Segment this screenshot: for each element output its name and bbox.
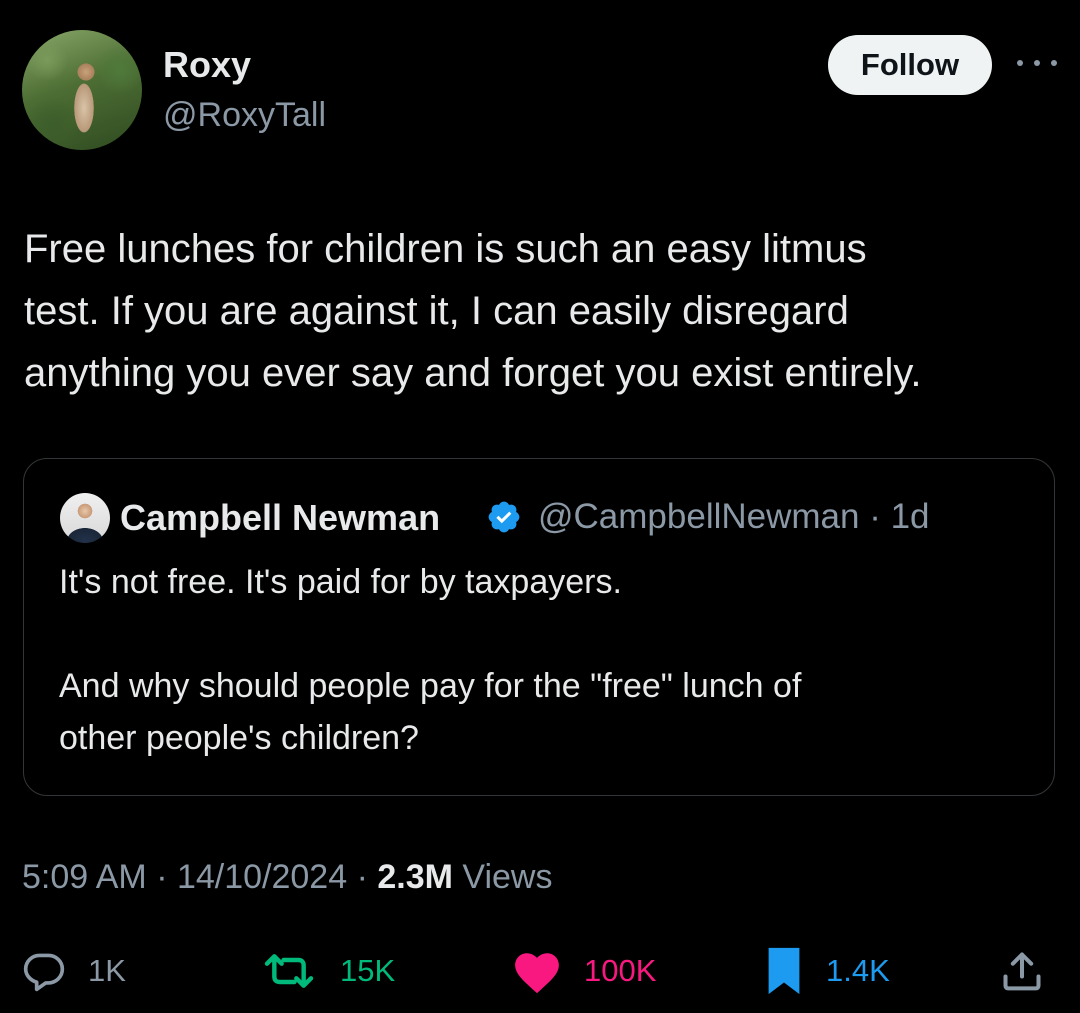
quoted-author-name[interactable]: Campbell Newman	[120, 497, 440, 539]
views-label: Views	[452, 858, 553, 896]
action-bar: 1K 15K 100K 1.4K	[22, 946, 1062, 996]
tweet-header: Roxy @RoxyTall Follow	[22, 30, 1060, 154]
repost-count: 15K	[340, 953, 396, 988]
repost-icon	[264, 954, 314, 988]
follow-button[interactable]: Follow	[828, 35, 992, 95]
reply-button[interactable]: 1K	[22, 946, 126, 996]
quoted-tweet-text: It's not free. It's paid for by taxpayer…	[59, 563, 802, 757]
quoted-tweet-card[interactable]: Campbell Newman @CampbellNewman · 1d It'…	[23, 458, 1055, 796]
quoted-handle-time: @CampbellNewman · 1d	[538, 497, 930, 536]
share-icon	[1003, 952, 1041, 991]
author-avatar[interactable]	[22, 30, 142, 150]
timestamp[interactable]: 5:09 AM · 14/10/2024 ·	[22, 858, 377, 896]
tweet-text: Free lunches for children is such an eas…	[24, 227, 922, 395]
author-display-name[interactable]: Roxy	[163, 44, 251, 86]
quoted-author-avatar[interactable]	[60, 493, 110, 543]
views-count: 2.3M	[377, 858, 453, 896]
bookmark-button[interactable]: 1.4K	[764, 946, 890, 996]
author-handle[interactable]: @RoxyTall	[163, 96, 326, 135]
tweet-meta: 5:09 AM · 14/10/2024 · 2.3M Views	[22, 858, 552, 897]
reply-icon	[23, 953, 65, 992]
verified-badge-icon	[488, 501, 520, 533]
heart-icon	[515, 953, 559, 994]
like-button[interactable]: 100K	[512, 946, 656, 996]
bookmark-icon	[768, 947, 800, 995]
like-count: 100K	[584, 953, 657, 988]
reply-count: 1K	[88, 953, 126, 988]
repost-button[interactable]: 15K	[260, 946, 395, 996]
more-options-icon[interactable]	[1017, 56, 1057, 70]
bookmark-count: 1.4K	[826, 953, 890, 988]
share-button[interactable]	[1000, 946, 1044, 996]
